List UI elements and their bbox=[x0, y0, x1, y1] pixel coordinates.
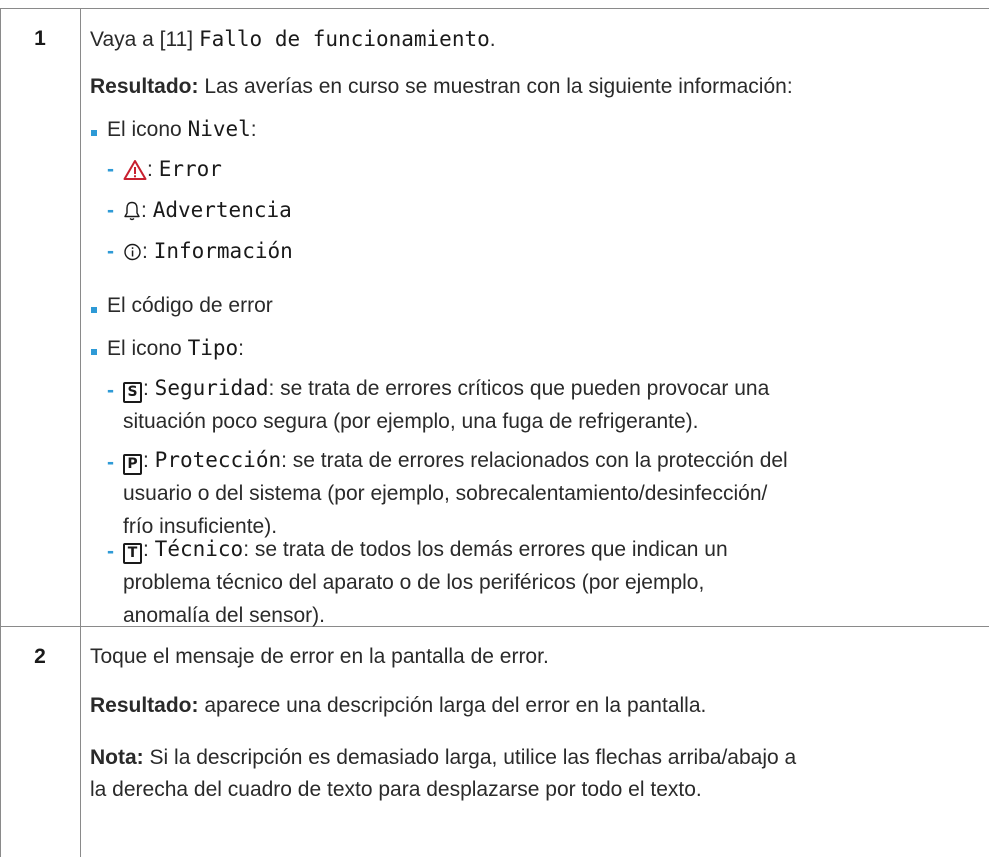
level-warning-item: : Advertencia bbox=[123, 198, 292, 223]
step-number: 1 bbox=[34, 27, 46, 50]
bullet-marker bbox=[91, 307, 97, 313]
table-top-border bbox=[0, 8, 989, 9]
table-left-border bbox=[0, 8, 1, 857]
menu-path: Fallo de funcionamiento bbox=[198, 27, 490, 51]
type-protection-item: P: Protección: se trata de errores relac… bbox=[123, 448, 788, 538]
warning-triangle-icon bbox=[123, 160, 147, 181]
bullet-marker bbox=[91, 130, 97, 136]
type-safety-item: S: Seguridad: se trata de errores crític… bbox=[123, 376, 770, 433]
dash-marker: - bbox=[107, 540, 114, 563]
step-instruction: Vaya a [11] Fallo de funcionamiento. bbox=[90, 27, 496, 51]
level-info-item: : Información bbox=[123, 239, 293, 264]
dash-marker: - bbox=[107, 158, 114, 181]
dash-marker: - bbox=[107, 451, 114, 474]
bell-icon bbox=[124, 202, 140, 221]
type-technical-item: T: Técnico: se trata de todos los demás … bbox=[123, 537, 728, 627]
step-number: 2 bbox=[34, 645, 46, 668]
dash-marker: - bbox=[107, 199, 114, 222]
bullet-error-code: El código de error bbox=[107, 294, 273, 317]
level-error-item: : Error bbox=[123, 157, 222, 182]
info-circle-icon bbox=[124, 244, 141, 261]
dash-marker: - bbox=[107, 379, 114, 402]
protection-p-icon: P bbox=[123, 454, 142, 475]
step-instruction: Toque el mensaje de error en la pantalla… bbox=[90, 645, 549, 668]
technical-t-icon: T bbox=[123, 543, 142, 564]
bullet-level: El icono Nivel: bbox=[107, 117, 257, 141]
bullet-type: El icono Tipo: bbox=[107, 336, 244, 360]
safety-s-icon: S bbox=[123, 382, 142, 403]
step-result: Resultado: aparece una descripción larga… bbox=[90, 694, 707, 717]
column-divider bbox=[80, 8, 81, 857]
bullet-marker bbox=[91, 349, 97, 355]
step-note: Nota: Si la descripción es demasiado lar… bbox=[90, 746, 797, 801]
step-result: Resultado: Las averías en curso se muest… bbox=[90, 75, 793, 98]
dash-marker: - bbox=[107, 240, 114, 263]
